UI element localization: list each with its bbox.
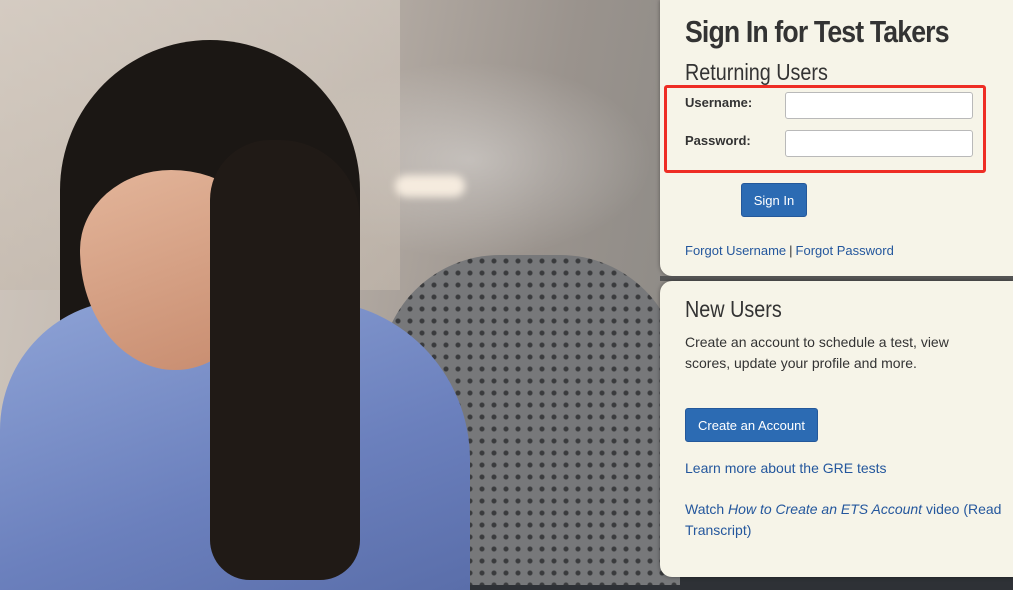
watch-video-link[interactable]: Watch How to Create an ETS Account video bbox=[685, 501, 959, 517]
watch-prefix: Watch bbox=[685, 501, 729, 517]
forgot-username-link[interactable]: Forgot Username bbox=[685, 243, 786, 258]
username-input[interactable] bbox=[785, 92, 973, 119]
password-input[interactable] bbox=[785, 130, 973, 157]
forgot-links: Forgot Username | Forgot Password bbox=[685, 243, 894, 258]
password-label: Password: bbox=[685, 133, 751, 148]
watch-video-title: How to Create an ETS Account bbox=[728, 501, 923, 517]
link-separator: | bbox=[789, 243, 793, 258]
create-account-button[interactable]: Create an Account bbox=[685, 408, 818, 442]
forgot-password-link[interactable]: Forgot Password bbox=[796, 243, 894, 258]
watch-suffix: video bbox=[922, 501, 960, 517]
username-label: Username: bbox=[685, 95, 753, 110]
page-title: Sign In for Test Takers bbox=[685, 14, 950, 49]
sign-in-button[interactable]: Sign In bbox=[741, 183, 807, 217]
returning-users-card: Sign In for Test Takers Returning Users … bbox=[660, 0, 1013, 276]
new-users-heading: New Users bbox=[685, 296, 782, 322]
learn-more-gre-link[interactable]: Learn more about the GRE tests bbox=[685, 460, 887, 476]
returning-users-heading: Returning Users bbox=[685, 59, 828, 85]
new-users-description: Create an account to schedule a test, vi… bbox=[685, 334, 949, 371]
watch-video-line: Watch How to Create an ETS Account video… bbox=[685, 499, 1005, 541]
background-light bbox=[395, 175, 465, 197]
person-hair-front bbox=[210, 140, 360, 580]
signin-panel: Sign In for Test Takers Returning Users … bbox=[660, 0, 1013, 577]
